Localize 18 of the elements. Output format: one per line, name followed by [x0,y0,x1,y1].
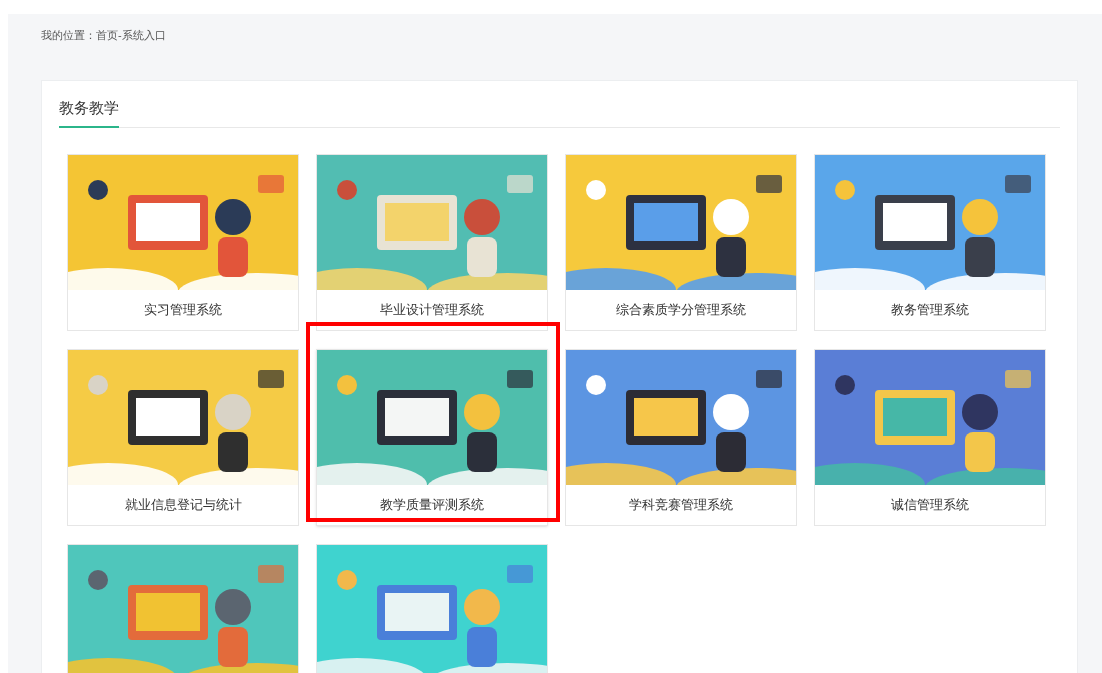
card-title: 诚信管理系统 [890,496,970,515]
card-title: 实习管理系统 [143,301,223,320]
system-card[interactable]: 实习管理系统 [67,153,299,331]
card-title: 就业信息登记与统计 [123,496,243,515]
system-card[interactable]: 诚信管理系统 [814,348,1046,526]
system-card[interactable]: 学科竞赛管理系统 [565,348,797,526]
breadcrumb: 我的位置：首页-系统入口 [41,28,167,43]
card-title: 教务管理系统 [890,301,970,320]
card-title: 综合素质学分管理系统 [615,301,747,320]
card-title: 教学质量评测系统 [379,496,485,515]
card-title: 毕业设计管理系统 [379,301,485,320]
system-card[interactable]: 教务管理系统 [814,153,1046,331]
system-card[interactable]: 综合素质学分管理系统 [565,153,797,331]
system-card[interactable]: 就业信息登记与统计 [67,348,299,526]
system-card[interactable]: 毕业设计管理系统 [316,153,548,331]
system-card[interactable]: 教学质量评测系统 [316,348,548,526]
section-tab[interactable]: 教务教学 [59,97,119,128]
card-title: 学科竞赛管理系统 [628,496,734,515]
